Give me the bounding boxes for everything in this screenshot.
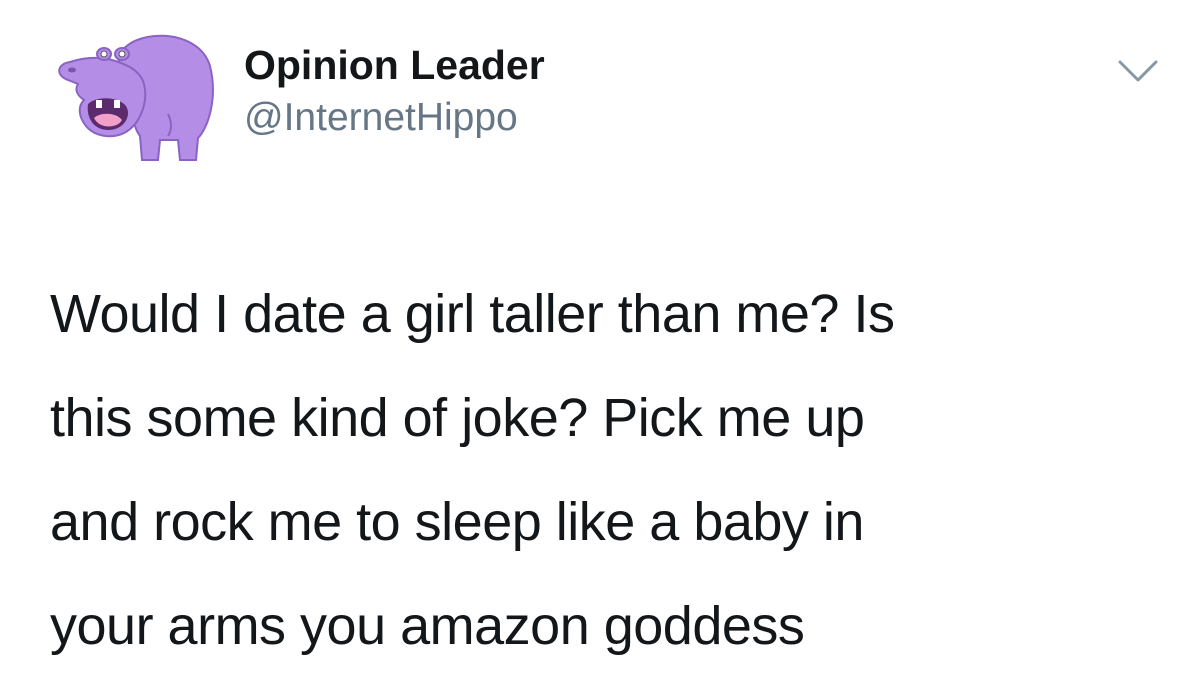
tweet-text-line: your arms you amazon goddess xyxy=(50,596,805,656)
tweet-text-line: and rock me to sleep like a baby in xyxy=(50,492,864,552)
tweet-text: Would I date a girl taller than me? Is t… xyxy=(50,262,1150,678)
user-handle[interactable]: @InternetHippo xyxy=(244,94,545,142)
chevron-down-icon[interactable] xyxy=(1116,56,1160,86)
tweet-card: Opinion Leader @InternetHippo Would I da… xyxy=(0,0,1200,693)
tweet-text-line: Would I date a girl taller than me? Is xyxy=(50,284,895,344)
author-names: Opinion Leader @InternetHippo xyxy=(244,40,545,142)
hippo-avatar-icon[interactable] xyxy=(48,18,224,168)
display-name[interactable]: Opinion Leader xyxy=(244,40,545,90)
tweet-text-line: this some kind of joke? Pick me up xyxy=(50,388,865,448)
